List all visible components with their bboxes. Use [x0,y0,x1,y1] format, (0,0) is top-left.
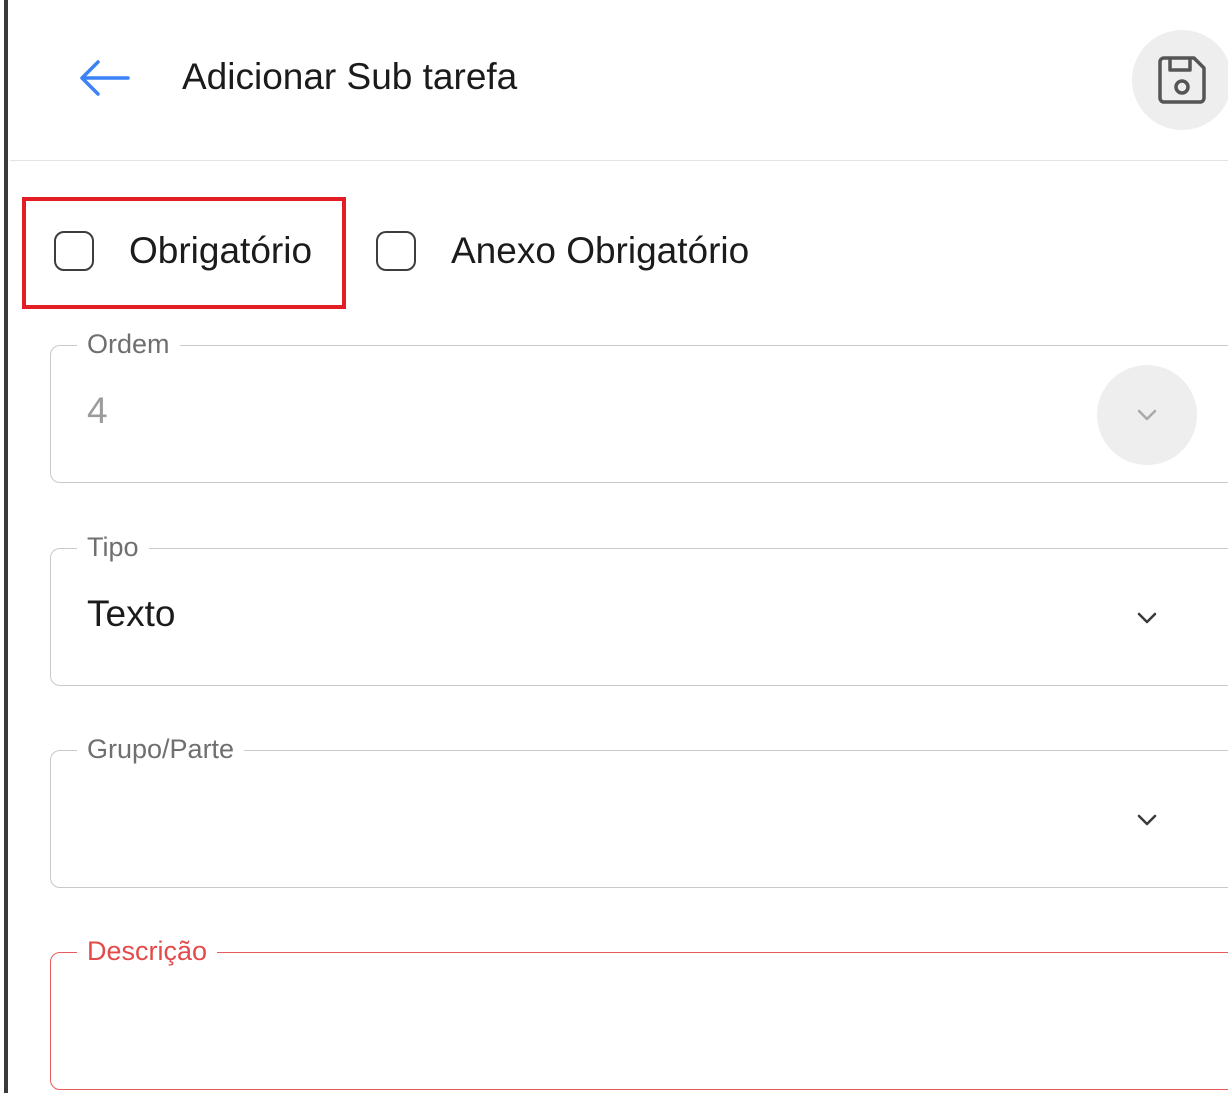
grupo-parte-label: Grupo/Parte [77,731,245,767]
app-header: Adicionar Sub tarefa [10,0,1228,161]
tipo-label: Tipo [77,529,149,565]
chevron-down-icon [1137,814,1157,826]
ordem-value: 4 [87,390,108,431]
anexo-obrigatorio-label: Anexo Obrigatório [451,230,750,271]
descricao-label: Descrição [77,933,218,969]
back-button[interactable] [72,50,152,110]
obrigatorio-label: Obrigatório [129,230,313,271]
window-edge [4,0,8,1093]
ordem-dropdown-button[interactable] [1097,365,1197,465]
obrigatorio-checkbox[interactable] [54,231,94,271]
tipo-value: Texto [87,593,176,634]
tipo-dropdown-button[interactable] [1097,568,1197,668]
chevron-down-icon [1137,612,1157,624]
anexo-obrigatorio-checkbox[interactable] [376,231,416,271]
obrigatorio-checkbox-row[interactable]: Obrigatório [54,225,312,277]
grupo-parte-select[interactable]: Grupo/Parte [50,731,1228,888]
save-button[interactable] [1132,30,1228,130]
anexo-obrigatorio-checkbox-row[interactable]: Anexo Obrigatório [376,225,749,277]
tipo-select[interactable]: Tipo Texto [50,529,1228,686]
page-title: Adicionar Sub tarefa [182,56,518,97]
chevron-down-icon [1137,409,1157,421]
ordem-label: Ordem [77,326,180,362]
floppy-disk-icon [1158,56,1206,104]
grupo-parte-dropdown-button[interactable] [1097,770,1197,870]
descricao-field[interactable]: Descrição [50,933,1228,1090]
ordem-select[interactable]: Ordem 4 [50,326,1228,483]
page: Adicionar Sub tarefa Obrigatório Anexo O… [0,0,1228,1093]
arrow-left-icon [80,60,130,96]
